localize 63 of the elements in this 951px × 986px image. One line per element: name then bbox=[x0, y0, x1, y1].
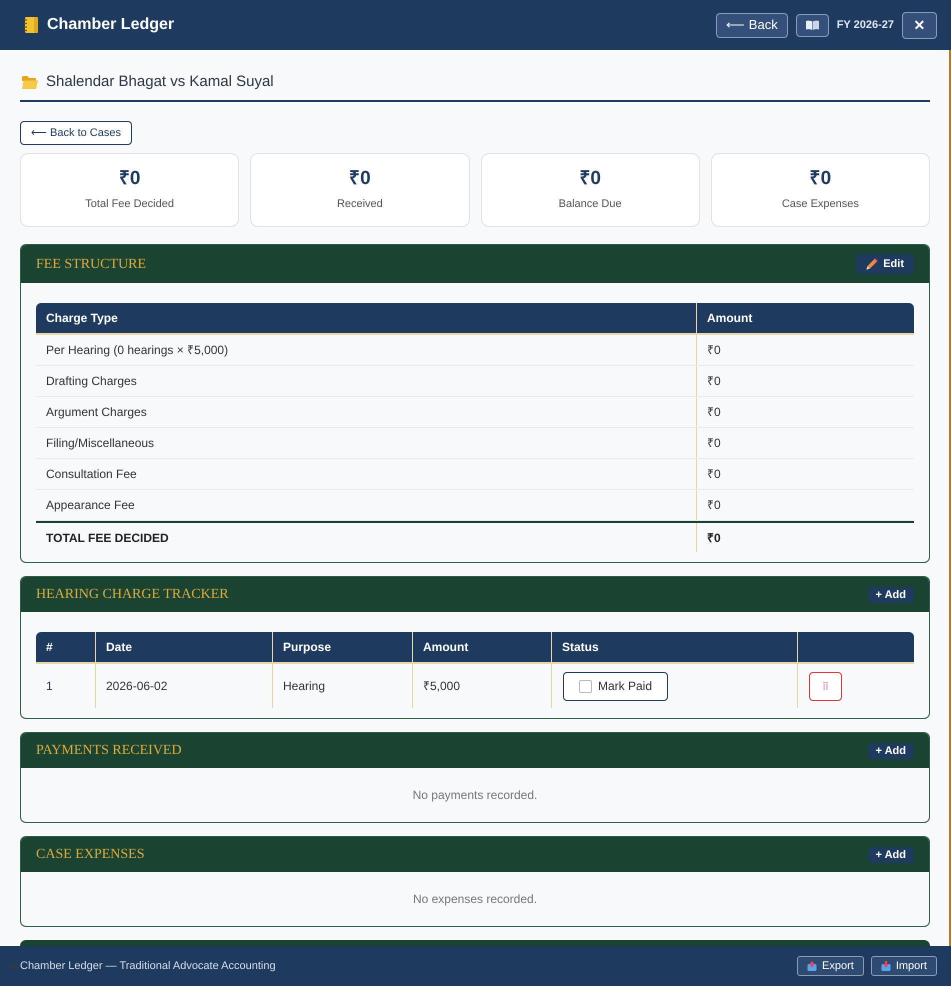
total-amount: ₹0 bbox=[696, 523, 914, 552]
import-button[interactable]: Import bbox=[870, 956, 937, 976]
section-title: PAYMENTS RECEIVED bbox=[36, 742, 182, 760]
app-title: Chamber Ledger bbox=[47, 15, 174, 35]
edit-button[interactable]: Edit bbox=[856, 254, 914, 274]
column-header: Amount bbox=[423, 639, 468, 656]
section-title: CASE EXPENSES bbox=[36, 846, 145, 864]
table-cell: ₹0 bbox=[696, 366, 914, 396]
import-icon bbox=[880, 961, 891, 971]
table-cell-text: 1 bbox=[45, 678, 54, 696]
empty-message: No payments recorded. bbox=[412, 787, 538, 804]
case-title: Shalendar Bhagat vs Kamal Suyal bbox=[46, 72, 274, 92]
column-header: Date bbox=[106, 639, 132, 656]
table-cell: ₹0 bbox=[696, 459, 914, 490]
add-button[interactable]: + Add bbox=[868, 742, 914, 759]
summary-label: Total Fee Decided bbox=[85, 197, 174, 212]
back-button[interactable]: ⟵ Back bbox=[716, 12, 788, 38]
table-cell: ₹5,000 bbox=[412, 664, 551, 708]
table-cell-text: Drafting Charges bbox=[45, 373, 138, 390]
table-cell: ₹0 bbox=[696, 397, 914, 428]
notebook-icon bbox=[24, 17, 38, 33]
book-icon bbox=[806, 20, 819, 30]
table-cell-text: Argument Charges bbox=[45, 404, 148, 422]
delete-button[interactable] bbox=[809, 672, 842, 701]
section-title: FEE STRUCTURE bbox=[36, 256, 146, 273]
trash-icon bbox=[823, 682, 828, 690]
table-cell-text: Filing/Miscellaneous bbox=[45, 435, 156, 452]
column-header: Purpose bbox=[283, 639, 332, 656]
folder-icon bbox=[22, 76, 38, 88]
export-button[interactable]: Export bbox=[797, 956, 864, 976]
column-header: Amount bbox=[696, 303, 914, 334]
table-cell: Hearing bbox=[272, 664, 412, 708]
fiscal-year-label: FY 2026-27 bbox=[836, 18, 894, 33]
table-cell: ₹0 bbox=[696, 428, 914, 458]
empty-message: No expenses recorded. bbox=[412, 891, 538, 908]
back-to-cases-button[interactable]: ⟵ Back to Cases bbox=[20, 121, 132, 146]
summary-label: Balance Due bbox=[558, 197, 622, 212]
table-cell-text: Per Hearing (0 hearings × ₹5,000) bbox=[45, 342, 230, 360]
table-cell: 2026-06-02 bbox=[95, 664, 272, 708]
table-cell: ₹0 bbox=[696, 490, 914, 520]
summary-value: ₹0 bbox=[118, 168, 140, 190]
total-label: TOTAL FEE DECIDED bbox=[45, 530, 170, 547]
column-header: Charge Type bbox=[45, 310, 119, 328]
summary-label: Case Expenses bbox=[782, 197, 859, 212]
add-button[interactable]: + Add bbox=[868, 846, 914, 863]
mark-paid-button[interactable]: Mark Paid bbox=[563, 672, 668, 701]
summary-value: ₹0 bbox=[810, 168, 832, 190]
add-button[interactable]: + Add bbox=[868, 586, 914, 603]
column-header: Status bbox=[562, 639, 599, 656]
footer-text: Chamber Ledger — Traditional Advocate Accounting bbox=[20, 958, 276, 974]
column-header: # bbox=[46, 639, 53, 656]
section-title: HEARING CHARGE TRACKER bbox=[36, 586, 229, 604]
pencil-icon bbox=[866, 258, 878, 270]
table-cell-text: Consultation Fee bbox=[45, 466, 138, 484]
export-icon bbox=[807, 961, 818, 971]
book-button[interactable] bbox=[796, 14, 829, 36]
table-cell-text: Appearance Fee bbox=[45, 497, 136, 514]
close-button[interactable]: ✕ bbox=[902, 12, 937, 38]
summary-value: ₹0 bbox=[579, 168, 601, 190]
summary-label: Received bbox=[336, 197, 383, 212]
checkbox[interactable] bbox=[579, 680, 592, 693]
summary-value: ₹0 bbox=[349, 168, 371, 190]
table-cell: ₹0 bbox=[696, 335, 914, 366]
